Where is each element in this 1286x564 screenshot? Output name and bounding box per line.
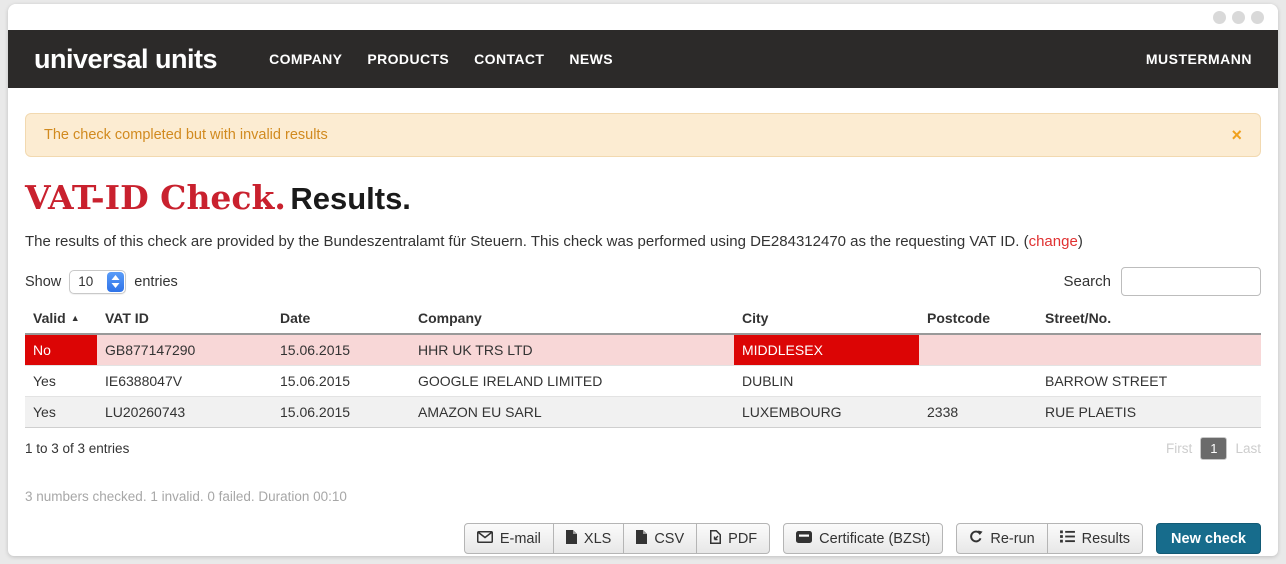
entries-info: 1 to 3 of 3 entries — [25, 441, 129, 456]
pdf-file-icon — [709, 530, 721, 548]
pagination-first[interactable]: First — [1166, 441, 1192, 456]
cell-city: MIDDLESEX — [734, 334, 919, 366]
nav-item-products[interactable]: PRODUCTS — [367, 51, 449, 67]
navbar: universal units COMPANY PRODUCTS CONTACT… — [8, 30, 1278, 88]
cell-vat_id: IE6388047V — [97, 366, 272, 397]
search-control: Search — [1063, 267, 1261, 296]
nav-item-company[interactable]: COMPANY — [269, 51, 342, 67]
check-summary: 3 numbers checked. 1 invalid. 0 failed. … — [25, 489, 1261, 504]
file-icon — [636, 530, 647, 548]
pagination: First 1 Last — [1166, 437, 1261, 460]
column-header-postcode[interactable]: Postcode — [919, 305, 1037, 334]
table-body: NoGB87714729015.06.2015HHR UK TRS LTDMID… — [25, 334, 1261, 428]
certificate-card-icon — [796, 531, 812, 547]
table-footer: 1 to 3 of 3 entries First 1 Last — [25, 437, 1261, 460]
column-header-company[interactable]: Company — [410, 305, 734, 334]
window-control-dots — [1213, 11, 1264, 24]
cell-vat_id: GB877147290 — [97, 334, 272, 366]
table-controls: Show 10 entries Search — [25, 267, 1261, 296]
cell-street — [1037, 334, 1261, 366]
page-size-value: 10 — [78, 274, 106, 289]
pagination-last[interactable]: Last — [1235, 441, 1261, 456]
certificate-button[interactable]: Certificate (BZSt) — [783, 523, 943, 554]
cell-company: AMAZON EU SARL — [410, 397, 734, 428]
show-label: Show — [25, 274, 61, 290]
results-table: Valid▲ VAT ID Date Company City Postcode… — [25, 305, 1261, 428]
cell-postcode — [919, 366, 1037, 397]
entries-label: entries — [134, 274, 178, 290]
search-input[interactable] — [1121, 267, 1261, 296]
window-dot-icon — [1232, 11, 1245, 24]
column-header-city[interactable]: City — [734, 305, 919, 334]
pagination-page-1[interactable]: 1 — [1200, 437, 1227, 460]
table-row[interactable]: YesLU2026074315.06.2015AMAZON EU SARLLUX… — [25, 397, 1261, 428]
pdf-button[interactable]: PDF — [697, 523, 770, 554]
cell-valid: Yes — [25, 397, 97, 428]
change-link[interactable]: change — [1029, 233, 1078, 250]
envelope-icon — [477, 531, 493, 547]
logo[interactable]: universal units — [34, 44, 217, 75]
list-icon — [1060, 530, 1075, 547]
page-size-select[interactable]: 10 — [69, 270, 126, 294]
alert-message: The check completed but with invalid res… — [44, 127, 328, 143]
column-header-valid[interactable]: Valid▲ — [25, 305, 97, 334]
cell-city: LUXEMBOURG — [734, 397, 919, 428]
column-header-street[interactable]: Street/No. — [1037, 305, 1261, 334]
cell-valid: Yes — [25, 366, 97, 397]
cell-postcode — [919, 334, 1037, 366]
cell-street: RUE PLAETIS — [1037, 397, 1261, 428]
column-header-date[interactable]: Date — [272, 305, 410, 334]
user-menu[interactable]: MUSTERMANN — [1146, 51, 1252, 67]
nav-links: COMPANY PRODUCTS CONTACT NEWS — [244, 51, 613, 67]
page-title-section: Results. — [290, 181, 411, 216]
cell-vat_id: LU20260743 — [97, 397, 272, 428]
page-size-control: Show 10 entries — [25, 270, 178, 294]
action-buttons: E-mail XLS CSV PDF Certificate (BZSt) — [25, 523, 1261, 556]
email-button[interactable]: E-mail — [464, 523, 554, 554]
cell-company: HHR UK TRS LTD — [410, 334, 734, 366]
new-check-button[interactable]: New check — [1156, 523, 1261, 554]
cell-street: BARROW STREET — [1037, 366, 1261, 397]
table-row[interactable]: NoGB87714729015.06.2015HHR UK TRS LTDMID… — [25, 334, 1261, 366]
nav-item-news[interactable]: NEWS — [569, 51, 613, 67]
intro-body: The results of this check are provided b… — [25, 233, 1024, 250]
cell-valid: No — [25, 334, 97, 366]
cell-postcode: 2338 — [919, 397, 1037, 428]
cell-city: DUBLIN — [734, 366, 919, 397]
intro-text: The results of this check are provided b… — [25, 233, 1261, 250]
rerun-button[interactable]: Re-run — [956, 523, 1047, 554]
refresh-icon — [969, 530, 983, 548]
cell-date: 15.06.2015 — [272, 366, 410, 397]
nav-item-contact[interactable]: CONTACT — [474, 51, 544, 67]
main-content: The check completed but with invalid res… — [8, 113, 1278, 556]
browser-window: universal units COMPANY PRODUCTS CONTACT… — [8, 4, 1278, 556]
page-title: VAT-ID Check. Results. — [25, 178, 1261, 217]
close-icon[interactable]: × — [1231, 126, 1242, 144]
file-icon — [566, 530, 577, 548]
window-dot-icon — [1213, 11, 1226, 24]
rerun-results-group: Re-run Results — [956, 523, 1143, 554]
window-titlebar — [8, 4, 1278, 30]
xls-button[interactable]: XLS — [554, 523, 624, 554]
search-label: Search — [1063, 273, 1111, 290]
column-header-vat-id[interactable]: VAT ID — [97, 305, 272, 334]
intro-paren-close: ) — [1078, 233, 1083, 250]
sort-asc-icon: ▲ — [71, 313, 80, 323]
results-button[interactable]: Results — [1048, 523, 1143, 554]
csv-button[interactable]: CSV — [624, 523, 697, 554]
cell-date: 15.06.2015 — [272, 334, 410, 366]
select-stepper-icon — [107, 272, 124, 292]
table-header-row: Valid▲ VAT ID Date Company City Postcode… — [25, 305, 1261, 334]
cell-date: 15.06.2015 — [272, 397, 410, 428]
warning-alert: The check completed but with invalid res… — [25, 113, 1261, 157]
page-title-brand: VAT-ID Check. — [25, 178, 286, 217]
window-dot-icon — [1251, 11, 1264, 24]
cell-company: GOOGLE IRELAND LIMITED — [410, 366, 734, 397]
export-button-group: E-mail XLS CSV PDF — [464, 523, 770, 554]
table-row[interactable]: YesIE6388047V15.06.2015GOOGLE IRELAND LI… — [25, 366, 1261, 397]
